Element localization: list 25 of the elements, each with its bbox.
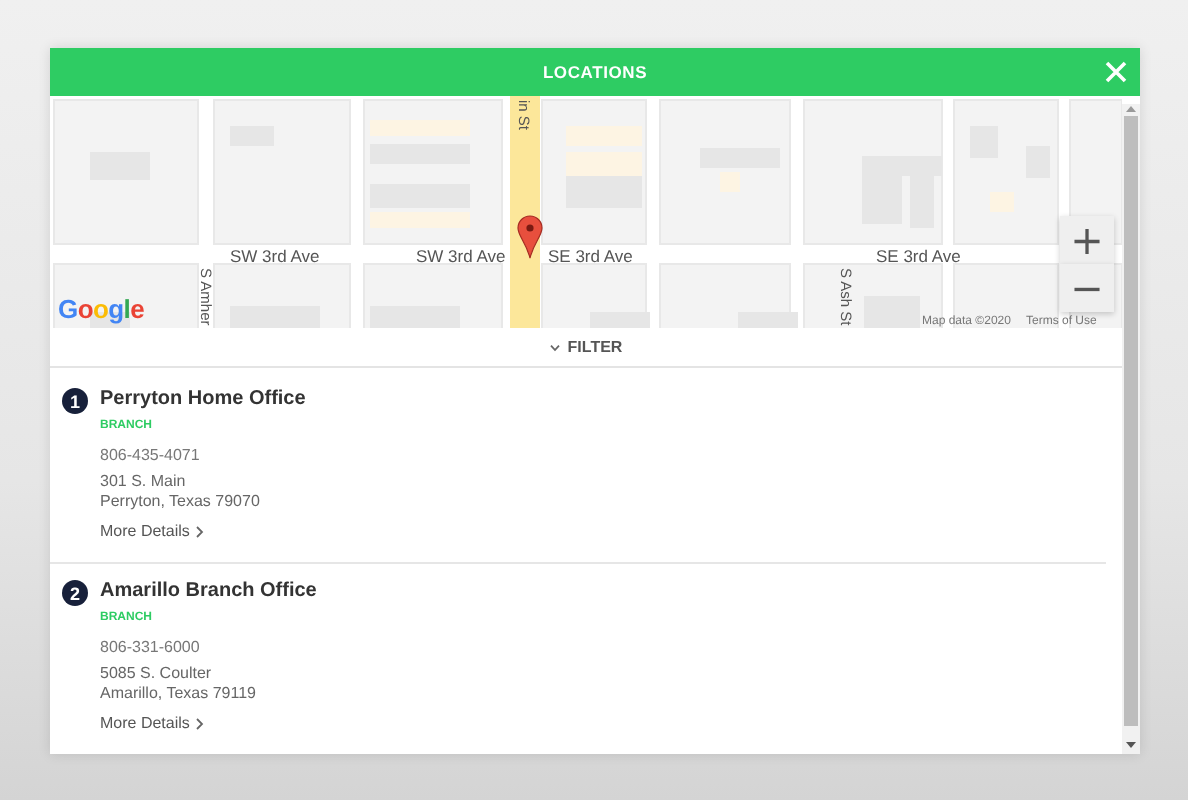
street-label: SW 3rd Ave [230,248,320,265]
street-label: SE 3rd Ave [876,248,961,265]
street-label: SE 3rd Ave [548,248,633,265]
location-name: Perryton Home Office [100,388,306,412]
location-address: 5085 S. Coulter Amarillo, Texas 79119 [100,664,256,704]
location-name: Amarillo Branch Office [100,580,317,604]
chevron-down-icon [549,343,560,352]
map-logo: Google [58,294,145,325]
chevron-right-icon [195,526,204,538]
zoom-in-button[interactable]: + [1060,216,1114,264]
location-phone: 806-435-4071 [100,446,200,466]
location-number: 2 [62,580,88,606]
close-button[interactable] [1104,60,1128,84]
scroll-down-icon[interactable] [1124,740,1138,750]
more-details-link[interactable]: More Details [100,714,204,734]
street-label: SW 3rd Ave [416,248,506,265]
modal-title: LOCATIONS [542,62,648,82]
chevron-right-icon [195,718,204,730]
filter-button[interactable]: FILTER [50,328,1122,368]
location-address: 301 S. Main Perryton, Texas 79070 [100,472,260,512]
location-number: 1 [62,388,88,414]
zoom-out-button[interactable]: − [1060,264,1114,312]
scrollbar[interactable] [1122,104,1140,754]
more-details-link[interactable]: More Details [100,522,204,542]
location-phone: 806-331-6000 [100,638,200,658]
